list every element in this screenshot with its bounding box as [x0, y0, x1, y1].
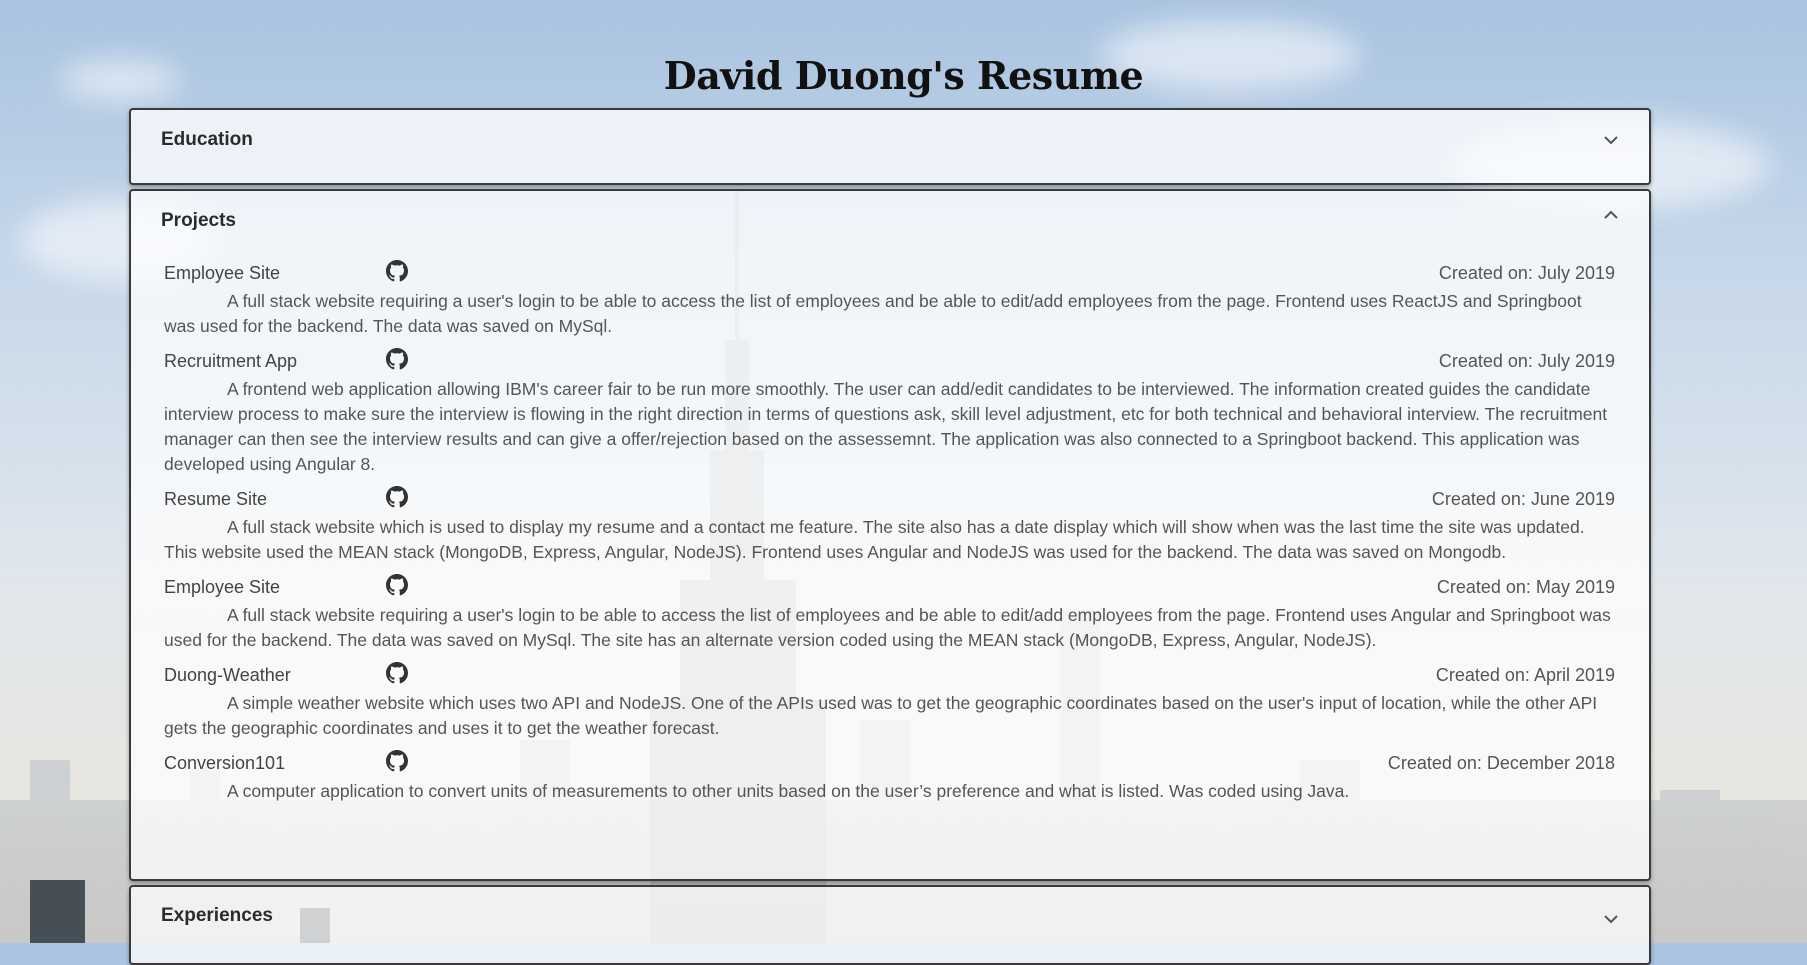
- project-description: A frontend web application allowing IBM'…: [164, 379, 1608, 474]
- project-item: Resume Site Created on: June 2019 A full…: [164, 483, 1615, 565]
- project-date: Created on: July 2019: [1438, 263, 1615, 283]
- chevron-down-icon[interactable]: [1601, 909, 1621, 929]
- project-item: Employee Site Created on: July 2019 A fu…: [164, 257, 1615, 339]
- project-item: Employee Site Created on: May 2019 A ful…: [164, 571, 1615, 653]
- github-icon[interactable]: [386, 486, 408, 508]
- github-icon[interactable]: [386, 348, 408, 370]
- project-item: Recruitment App Created on: July 2019 A …: [164, 345, 1615, 477]
- projects-panel-header[interactable]: Projects: [131, 191, 1649, 249]
- project-list: Employee Site Created on: July 2019 A fu…: [131, 249, 1649, 804]
- project-name: Resume Site: [164, 489, 268, 509]
- education-panel-header[interactable]: Education: [131, 110, 1649, 168]
- project-date: Created on: June 2019: [1431, 489, 1615, 509]
- github-icon[interactable]: [386, 260, 408, 282]
- project-description: A full stack website which is used to di…: [164, 517, 1585, 562]
- experiences-title: Experiences: [161, 905, 273, 926]
- project-name: Conversion101: [164, 753, 286, 773]
- project-date: Created on: May 2019: [1436, 577, 1615, 597]
- chevron-down-icon[interactable]: [1601, 130, 1621, 150]
- project-item: Duong-Weather Created on: April 2019 A s…: [164, 659, 1615, 741]
- github-icon[interactable]: [386, 750, 408, 772]
- education-panel: Education: [129, 108, 1651, 185]
- chevron-up-icon[interactable]: [1601, 205, 1621, 225]
- project-date: Created on: July 2019: [1438, 351, 1615, 371]
- project-name: Employee Site: [164, 263, 281, 283]
- project-name: Recruitment App: [164, 351, 298, 371]
- project-description: A simple weather website which uses two …: [164, 693, 1598, 738]
- projects-panel: Projects Employee Site Created on: July …: [129, 189, 1651, 881]
- github-icon[interactable]: [386, 574, 408, 596]
- project-description: A full stack website requiring a user's …: [164, 291, 1582, 336]
- education-title: Education: [161, 129, 253, 150]
- project-description: A full stack website requiring a user's …: [164, 605, 1611, 650]
- project-item: Conversion101 Created on: December 2018 …: [164, 747, 1615, 804]
- page-title: David Duong's Resume: [663, 53, 1144, 99]
- project-name: Duong-Weather: [164, 665, 291, 685]
- project-description: A computer application to convert units …: [227, 781, 1350, 801]
- project-date: Created on: December 2018: [1387, 753, 1615, 773]
- project-date: Created on: April 2019: [1435, 665, 1615, 685]
- projects-title: Projects: [161, 210, 236, 231]
- experiences-panel: Experiences: [129, 885, 1651, 965]
- github-icon[interactable]: [386, 662, 408, 684]
- experiences-panel-header[interactable]: Experiences: [131, 887, 1649, 945]
- project-name: Employee Site: [164, 577, 281, 597]
